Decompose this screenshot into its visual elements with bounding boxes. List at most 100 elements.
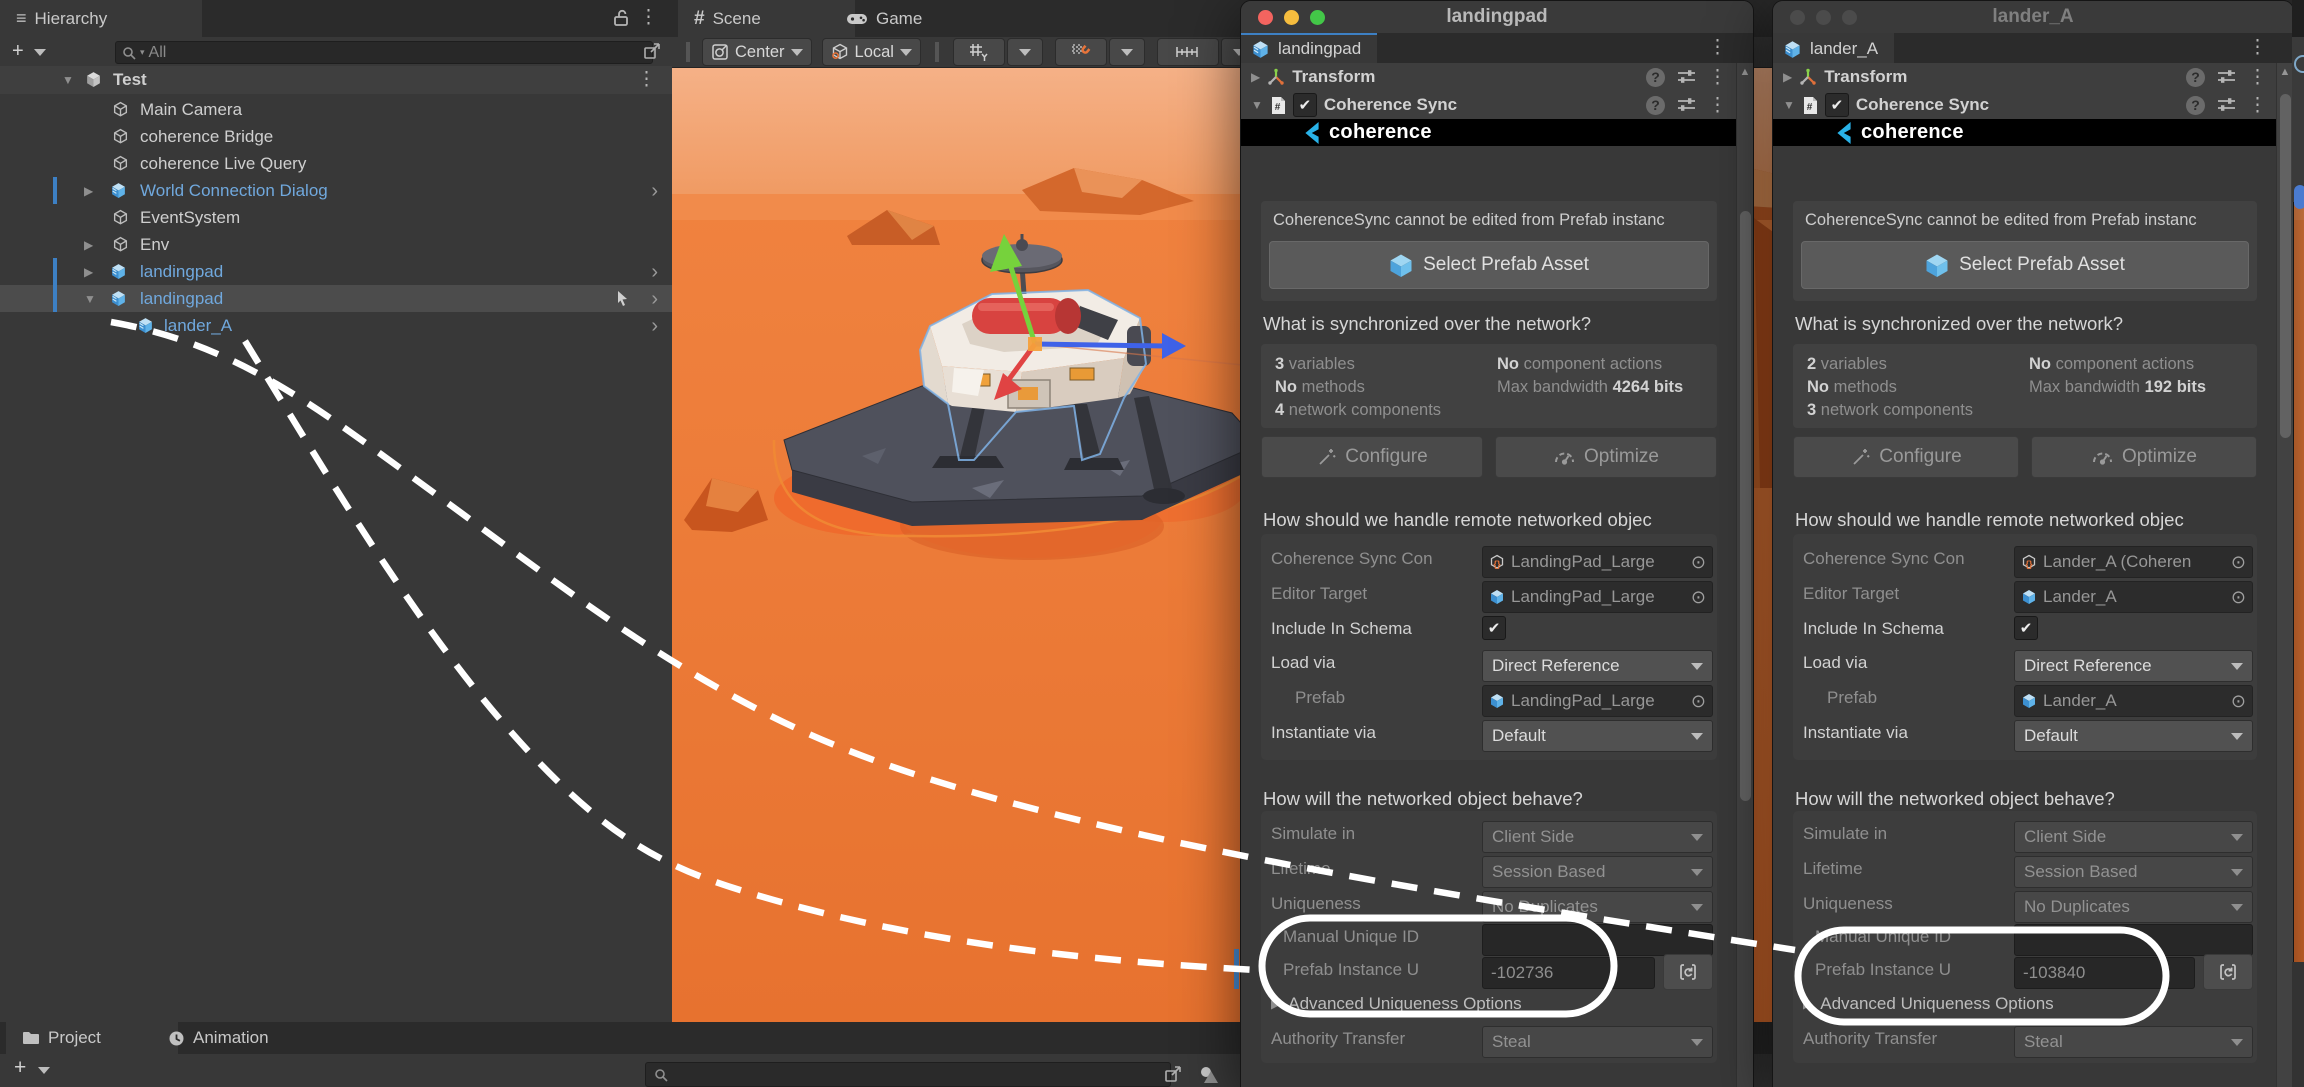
component-kebab-icon[interactable]: ⋮ [2248,68,2267,87]
lifetime-dropdown[interactable]: Session Based [1482,856,1713,888]
tab-hierarchy[interactable]: ≡ Hierarchy [0,0,202,37]
advanced-uniqueness-foldout[interactable]: ▶Advanced Uniqueness Options [1803,994,2253,1024]
prefab-instance-uid-input[interactable]: -103840 [2014,957,2195,989]
project-search-input[interactable] [645,1062,1171,1087]
grid-visibility-button[interactable] [953,38,1005,66]
regenerate-uid-button[interactable] [2203,954,2253,990]
regenerate-uid-button[interactable] [1663,954,1713,990]
coherence-sync-component-header[interactable]: ▼ # ✔ Coherence Sync ? ⋮ [1241,91,1737,120]
editor-target-object-field[interactable]: Lander_A ⊙ [2014,581,2253,613]
scrollbar-thumb[interactable] [2280,94,2291,438]
hierarchy-item-main-camera[interactable]: Main Camera [0,96,672,123]
presets-icon[interactable] [1677,69,1696,85]
inspector-kebab-icon[interactable]: ⋮ [1708,38,1727,57]
asset-visibility-button[interactable] [1194,1060,1224,1087]
expander-icon[interactable]: ▶ [84,265,93,279]
configure-button[interactable]: Configure [1793,436,2019,478]
simulate-in-dropdown[interactable]: Client Side [1482,821,1713,853]
help-icon[interactable]: ? [1646,68,1665,87]
authority-transfer-dropdown[interactable]: Steal [1482,1026,1713,1058]
inspector-scrollbar[interactable]: ▲ [1736,63,1753,1087]
inspector-kebab-icon[interactable]: ⋮ [2248,38,2267,57]
component-enabled-checkbox[interactable]: ✔ [1293,93,1317,117]
manual-unique-id-input[interactable] [1482,924,1713,956]
hierarchy-kebab-icon[interactable]: ⋮ [639,8,658,27]
help-icon[interactable]: ? [2186,96,2205,115]
prefab-open-arrow-icon[interactable]: › [651,262,658,282]
lock-icon[interactable] [612,8,630,28]
presets-icon[interactable] [2217,97,2236,113]
transform-component-header[interactable]: ▶ Transform ? ⋮ [1773,63,2277,92]
help-icon[interactable]: ? [2186,68,2205,87]
component-kebab-icon[interactable]: ⋮ [1708,68,1727,87]
expander-icon[interactable]: ▼ [62,73,74,87]
object-picker-icon[interactable]: ⊙ [2231,552,2246,573]
expander-icon[interactable]: ▶ [84,184,93,198]
expander-icon[interactable]: ▶ [1783,70,1792,84]
window-titlebar[interactable]: landingpad [1241,1,1753,34]
doctab-lander-a[interactable]: lander_A [1773,33,1894,63]
expander-icon[interactable]: ▼ [1783,98,1795,112]
presets-icon[interactable] [1677,97,1696,113]
scroll-up-icon[interactable]: ▲ [1737,66,1753,78]
coherence-sync-component-header[interactable]: ▼ # ✔ Coherence Sync ? ⋮ [1773,91,2277,120]
tab-animation[interactable]: Animation [152,1022,344,1054]
component-kebab-icon[interactable]: ⋮ [2248,96,2267,115]
prefab-object-field[interactable]: Lander_A ⊙ [2014,685,2253,717]
object-picker-icon[interactable]: ⊙ [2231,587,2246,608]
expander-icon[interactable]: ▶ [1251,70,1260,84]
hierarchy-item-landingpad-1[interactable]: ▶ landingpad › [0,258,672,285]
instantiate-via-dropdown[interactable]: Default [2014,720,2253,752]
window-titlebar[interactable]: lander_A [1773,1,2293,34]
object-picker-icon[interactable]: ⊙ [1691,552,1706,573]
expander-icon[interactable]: ▶ [84,238,93,252]
sync-config-object-field[interactable]: {} Lander_A (Coheren ⊙ [2014,546,2253,578]
open-search-window-button[interactable] [1158,1060,1188,1087]
scroll-up-icon[interactable]: ▲ [2277,66,2293,78]
editor-target-object-field[interactable]: LandingPad_Large ⊙ [1482,581,1713,613]
lifetime-dropdown[interactable]: Session Based [2014,856,2253,888]
grid-options-caret[interactable] [1007,38,1043,66]
instantiate-via-dropdown[interactable]: Default [1482,720,1713,752]
advanced-uniqueness-foldout[interactable]: ▶Advanced Uniqueness Options [1271,994,1713,1024]
presets-icon[interactable] [2217,69,2236,85]
tab-game[interactable]: Game [830,0,992,37]
hierarchy-item-world-connection-dialog[interactable]: ▶ World Connection Dialog › [0,177,672,204]
prefab-open-arrow-icon[interactable]: › [651,316,658,336]
handle-space-dropdown[interactable]: Local [822,38,921,66]
load-via-dropdown[interactable]: Direct Reference [1482,650,1713,682]
select-prefab-asset-button[interactable]: Select Prefab Asset [1269,241,1709,289]
hierarchy-item-test[interactable]: ▼ Test ⋮ [0,66,672,94]
scrollbar-thumb[interactable] [1740,211,1751,801]
prefab-open-arrow-icon[interactable]: › [651,181,658,201]
pivot-mode-dropdown[interactable]: Center [702,38,812,66]
include-in-schema-checkbox[interactable]: ✔ [2014,616,2038,640]
object-picker-icon[interactable]: ⊙ [1691,691,1706,712]
prefab-instance-uid-input[interactable]: -102736 [1482,957,1655,989]
create-asset-button[interactable]: + [14,1056,26,1080]
tab-scene[interactable]: # Scene [678,0,855,37]
uniqueness-dropdown[interactable]: No Duplicates [1482,891,1713,923]
object-picker-icon[interactable]: ⊙ [2231,691,2246,712]
authority-transfer-dropdown[interactable]: Steal [2014,1026,2253,1058]
select-prefab-asset-button[interactable]: Select Prefab Asset [1801,241,2249,289]
simulate-in-dropdown[interactable]: Client Side [2014,821,2253,853]
create-asset-caret-icon[interactable] [38,1067,50,1074]
expander-icon[interactable]: ▼ [1251,98,1263,112]
include-in-schema-checkbox[interactable]: ✔ [1482,616,1506,640]
open-new-window-icon[interactable] [642,41,662,61]
object-picker-icon[interactable]: ⊙ [1691,587,1706,608]
measure-tool-button[interactable] [1157,38,1219,66]
hierarchy-item-eventsystem[interactable]: EventSystem [0,204,672,231]
uniqueness-dropdown[interactable]: No Duplicates [2014,891,2253,923]
scene-kebab-icon[interactable]: ⋮ [637,70,656,89]
optimize-button[interactable]: Optimize [2031,436,2257,478]
hierarchy-item-coherence-bridge[interactable]: coherence Bridge [0,123,672,150]
hierarchy-item-lander-a[interactable]: lander_A › [0,312,672,339]
snap-options-caret[interactable] [1109,38,1145,66]
component-kebab-icon[interactable]: ⋮ [1708,96,1727,115]
doctab-landingpad[interactable]: landingpad [1241,33,1377,63]
inspector-scrollbar[interactable]: ▲ [2276,63,2293,1087]
hierarchy-search-input[interactable]: ▾ All [115,41,653,64]
sync-config-object-field[interactable]: {} LandingPad_Large ⊙ [1482,546,1713,578]
